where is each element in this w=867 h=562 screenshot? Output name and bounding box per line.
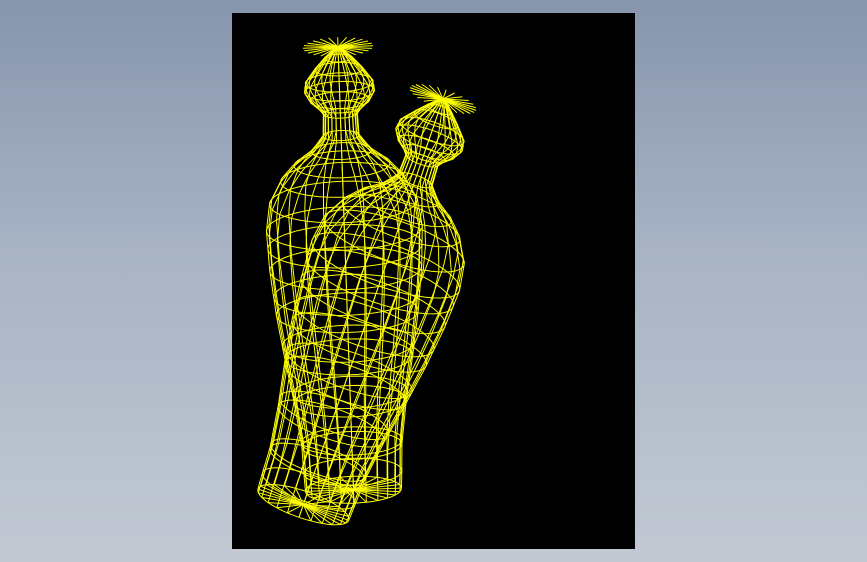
cad-viewport[interactable] xyxy=(232,13,635,549)
wireframe-scene xyxy=(257,36,477,526)
vase-upright-base-spoke xyxy=(352,476,354,490)
vase-leaning-wireframe xyxy=(257,83,477,526)
